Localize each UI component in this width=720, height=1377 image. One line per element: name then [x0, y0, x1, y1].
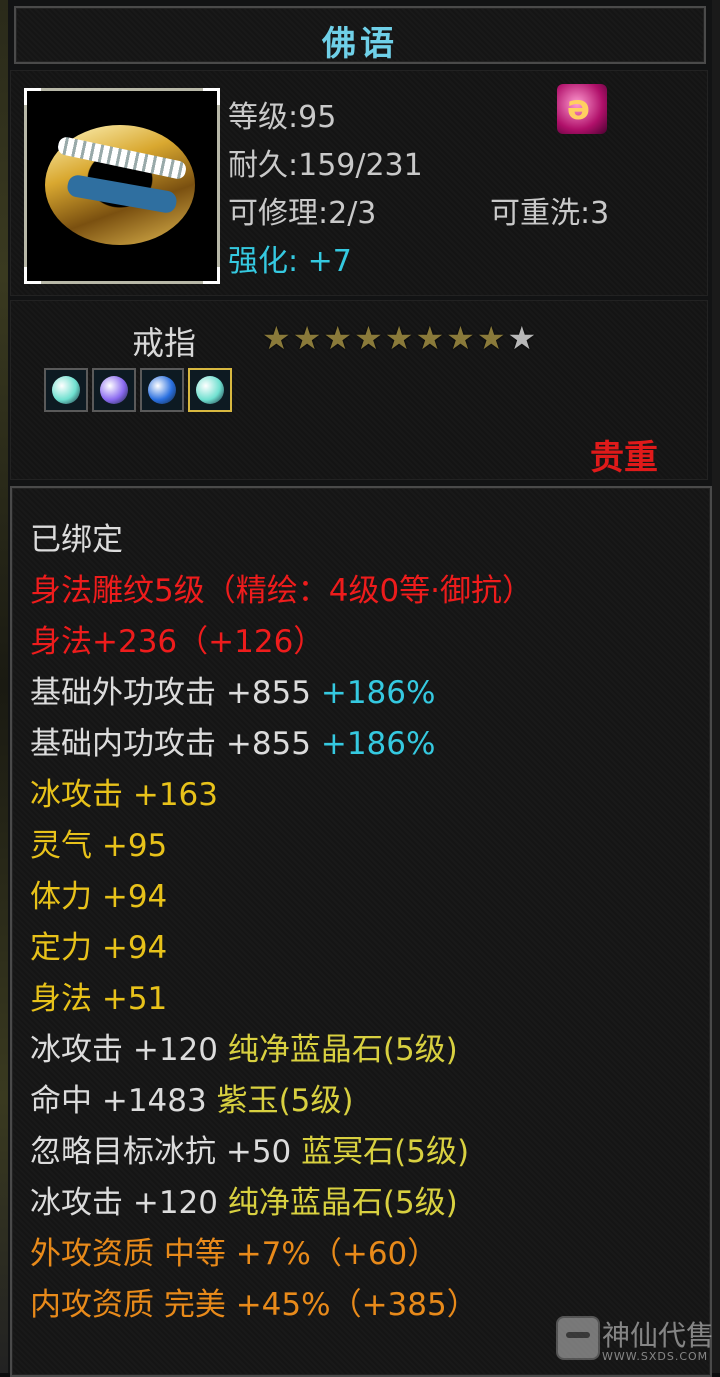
gem-slot[interactable] [140, 368, 184, 412]
attribute-text: 基础内功攻击 +855 [30, 726, 321, 762]
gem-purple-icon [100, 376, 128, 404]
gem-blue-icon [148, 376, 176, 404]
attribute-line: 外攻资质 中等 +7%（+60） [30, 1234, 438, 1274]
attribute-text: 身法+236（+126） [30, 624, 325, 660]
star-icon: ★ [476, 319, 506, 357]
attribute-line: 灵气 +95 [30, 826, 167, 866]
attribute-text: 外攻资质 中等 +7%（+60） [30, 1236, 439, 1272]
star-icon: ★ [323, 319, 353, 357]
gem-slot[interactable] [92, 368, 136, 412]
attribute-text: +186% [320, 726, 436, 762]
right-edge-strip [712, 0, 720, 1373]
watermark-name: 神仙代售 [602, 1319, 715, 1352]
attribute-text: 定力 +94 [30, 930, 168, 966]
attribute-text: 冰攻击 +120 [30, 1185, 228, 1221]
attribute-line: 基础内功攻击 +855 +186% [30, 724, 435, 764]
attribute-text: 内攻资质 完美 +45%（+385） [30, 1287, 478, 1323]
item-type: 戒指 [132, 324, 197, 362]
star-icon: ★ [507, 319, 537, 357]
gem-slots [44, 368, 232, 412]
flame-badge-icon: ə [557, 84, 607, 134]
level-stat: 等级:95 [228, 100, 337, 135]
attribute-text: 冰攻击 +120 [30, 1032, 228, 1068]
attribute-text: 蓝冥石(5级) [301, 1134, 470, 1170]
attribute-text: +186% [320, 675, 436, 711]
rarity-label: 贵重 [590, 438, 658, 478]
star-icon: ★ [354, 319, 383, 357]
attribute-text: 已绑定 [30, 522, 123, 558]
star-icon: ★ [415, 319, 445, 357]
watermark: 神仙代售 WWW.SXDS.COM [556, 1312, 716, 1368]
attribute-line: 身法+236（+126） [30, 622, 324, 662]
item-icon [24, 88, 220, 284]
star-icon: ★ [292, 319, 322, 357]
attribute-line: 忽略目标冰抗 +50 蓝冥石(5级) [30, 1132, 469, 1172]
attribute-line: 基础外功攻击 +855 +186% [30, 673, 435, 713]
attribute-text: 冰攻击 +163 [30, 777, 218, 813]
attribute-line: 冰攻击 +120 纯净蓝晶石(5级) [30, 1030, 458, 1070]
mascot-icon [556, 1316, 600, 1360]
attribute-text: 纯净蓝晶石(5级) [227, 1185, 458, 1221]
attribute-text: 身法雕纹5级（精绘：4级0等·御抗） [30, 573, 534, 609]
repairable-stat: 可修理:2/3 [228, 196, 377, 231]
attribute-line: 身法雕纹5级（精绘：4级0等·御抗） [30, 571, 533, 611]
star-icon: ★ [262, 319, 291, 357]
title-bar: 佛语 [14, 6, 706, 64]
watermark-url: WWW.SXDS.COM [602, 1350, 709, 1363]
item-name: 佛语 [322, 24, 398, 64]
gem-cyan-icon [196, 376, 224, 404]
attribute-text: 体力 +94 [30, 879, 168, 915]
star-icon: ★ [384, 319, 414, 357]
attribute-text: 身法 +51 [30, 981, 168, 1017]
attribute-line: 定力 +94 [30, 928, 167, 968]
attribute-line: 内攻资质 完美 +45%（+385） [30, 1285, 478, 1325]
attribute-line: 已绑定 [30, 520, 123, 560]
attribute-text: 基础外功攻击 +855 [30, 675, 321, 711]
attribute-text: 灵气 +95 [30, 828, 168, 864]
attribute-text: 忽略目标冰抗 +50 [30, 1134, 302, 1170]
attribute-line: 冰攻击 +163 [30, 775, 218, 815]
star-rating: ★ ★ ★ ★ ★ ★ ★ ★ ★ [262, 320, 536, 356]
attribute-line: 冰攻击 +120 纯净蓝晶石(5级) [30, 1183, 458, 1223]
attribute-text: 紫玉(5级) [216, 1083, 354, 1119]
left-edge-strip [0, 0, 8, 1373]
attribute-line: 体力 +94 [30, 877, 167, 917]
gem-slot[interactable] [44, 368, 88, 412]
enhance-stat: 强化: +7 [228, 244, 352, 279]
attribute-text: 纯净蓝晶石(5级) [227, 1032, 458, 1068]
gem-cyan-icon [52, 376, 80, 404]
rewashable-stat: 可重洗:3 [490, 196, 610, 231]
attribute-line: 命中 +1483 紫玉(5级) [30, 1081, 354, 1121]
star-icon: ★ [446, 319, 475, 357]
gem-slot[interactable] [188, 368, 232, 412]
durability-stat: 耐久:159/231 [228, 148, 423, 183]
attribute-text: 命中 +1483 [30, 1083, 217, 1119]
attribute-line: 身法 +51 [30, 979, 167, 1019]
